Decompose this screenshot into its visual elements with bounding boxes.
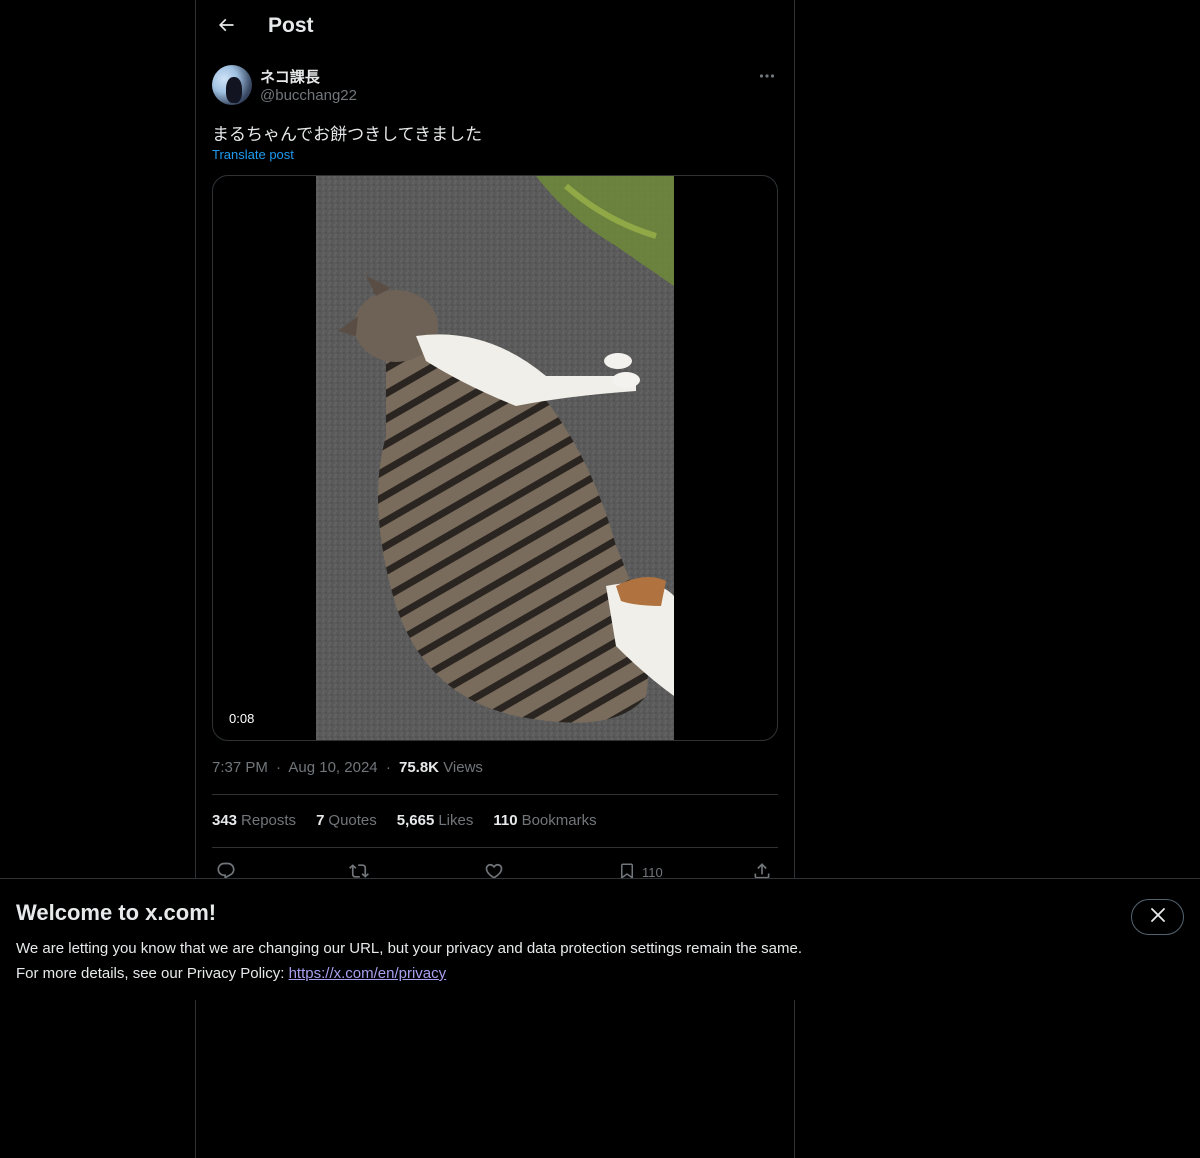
views-label: Views (443, 759, 483, 776)
stat-reposts[interactable]: 343 Reposts (212, 812, 296, 829)
author-handle[interactable]: @bucchang22 (260, 87, 357, 104)
video-player[interactable]: 0:08 (212, 175, 778, 741)
page-header: Post (196, 0, 794, 53)
banner-line-2: For more details, see our Privacy Policy… (16, 965, 447, 982)
divider (212, 794, 778, 795)
back-arrow-icon (216, 15, 236, 40)
author-block: ネコ課長 @bucchang22 (212, 64, 778, 108)
video-frame[interactable] (316, 176, 674, 740)
banner-title: Welcome to x.com! (16, 900, 217, 925)
banner-line-1: We are letting you know that we are chan… (16, 940, 802, 957)
back-button[interactable] (208, 9, 244, 45)
translate-post-link[interactable]: Translate post (212, 147, 294, 162)
post-text: まるちゃんでお餅つきしてきました (212, 125, 483, 145)
privacy-policy-link[interactable]: https://x.com/en/privacy (289, 965, 447, 982)
page-title: Post (268, 14, 314, 37)
close-icon (1150, 907, 1165, 927)
welcome-banner: Welcome to x.com! We are letting you kno… (0, 878, 1200, 1000)
post-time[interactable]: 7:37 PM (212, 759, 268, 776)
more-options-button[interactable] (756, 64, 778, 86)
close-banner-button[interactable] (1131, 899, 1184, 935)
engagement-stats: 343 Reposts 7 Quotes 5,665 Likes 110 Bookmar… (212, 812, 597, 829)
stat-bookmarks[interactable]: 110 Bookmarks (493, 812, 596, 829)
stat-likes[interactable]: 5,665 Likes (397, 812, 474, 829)
cat-video-thumbnail (316, 176, 674, 740)
views-count: 75.8K (398, 759, 440, 776)
meta-separator: · (276, 759, 282, 776)
post-date[interactable]: Aug 10, 2024 (288, 759, 377, 776)
author-display-name[interactable]: ネコ課長 (260, 66, 320, 87)
more-dots-icon (759, 66, 775, 84)
banner-body: We are letting you know that we are chan… (16, 936, 802, 986)
divider (212, 847, 778, 848)
video-duration: 0:08 (223, 709, 261, 728)
stat-quotes[interactable]: 7 Quotes (316, 812, 377, 829)
meta-separator: · (385, 759, 391, 776)
post-meta: 7:37 PM · Aug 10, 2024 · 75.8K Views (212, 759, 483, 776)
avatar[interactable] (212, 65, 252, 105)
